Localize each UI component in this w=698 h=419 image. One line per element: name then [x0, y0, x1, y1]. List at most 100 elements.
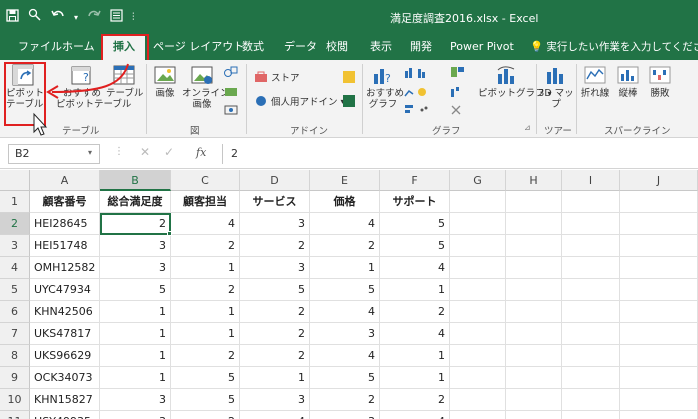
- tab-formulas[interactable]: 数式: [242, 34, 264, 60]
- table-cell[interactable]: 1: [171, 257, 240, 279]
- table-cell[interactable]: [562, 367, 620, 389]
- dialog-launcher-icon[interactable]: ⊿: [524, 123, 531, 132]
- table-cell[interactable]: 3: [310, 323, 380, 345]
- table-cell[interactable]: [450, 389, 506, 411]
- table-cell[interactable]: [450, 301, 506, 323]
- table-cell[interactable]: [620, 301, 698, 323]
- column-header-g[interactable]: G: [450, 170, 506, 191]
- header-cell[interactable]: サポート: [380, 191, 450, 213]
- header-cell[interactable]: [450, 191, 506, 213]
- table-cell[interactable]: [562, 279, 620, 301]
- combo-chart-button[interactable]: [450, 104, 470, 116]
- table-cell[interactable]: HSY49935: [30, 411, 100, 419]
- table-cell[interactable]: UKS96629: [30, 345, 100, 367]
- people-graph-button[interactable]: [342, 94, 356, 108]
- table-cell[interactable]: 4: [171, 213, 240, 235]
- table-cell[interactable]: 5: [171, 389, 240, 411]
- sparkline-line-button[interactable]: 折れ線: [578, 64, 612, 99]
- tab-developer[interactable]: 開発: [410, 34, 432, 60]
- column-header-b[interactable]: B: [100, 170, 171, 191]
- table-cell[interactable]: [506, 213, 562, 235]
- 3d-map-button[interactable]: 3D マッ プ: [538, 64, 574, 110]
- table-cell[interactable]: KHN42506: [30, 301, 100, 323]
- table-cell[interactable]: [506, 345, 562, 367]
- smartart-button[interactable]: [224, 86, 238, 98]
- table-cell[interactable]: 1: [100, 345, 171, 367]
- table-cell[interactable]: 5: [380, 235, 450, 257]
- tab-power-pivot[interactable]: Power Pivot: [450, 34, 514, 60]
- header-cell[interactable]: [562, 191, 620, 213]
- table-button[interactable]: テーブル: [106, 64, 143, 99]
- table-cell[interactable]: 2: [240, 235, 310, 257]
- table-cell[interactable]: 3: [240, 213, 310, 235]
- row-header-9[interactable]: 9: [0, 367, 30, 389]
- table-cell[interactable]: [450, 345, 506, 367]
- table-cell[interactable]: 2: [171, 345, 240, 367]
- table-cell[interactable]: [620, 389, 698, 411]
- table-cell[interactable]: [562, 345, 620, 367]
- row-header-5[interactable]: 5: [0, 279, 30, 301]
- table-cell[interactable]: [506, 411, 562, 419]
- bar-chart-button[interactable]: [404, 104, 434, 116]
- table-cell[interactable]: 4: [380, 411, 450, 419]
- online-picture-button[interactable]: オンライン 画像: [182, 64, 230, 110]
- my-addins-button[interactable]: 個人用アドイン ▾: [254, 94, 345, 108]
- table-cell[interactable]: [450, 411, 506, 419]
- select-all-corner[interactable]: [0, 170, 30, 191]
- table-cell[interactable]: 5: [380, 213, 450, 235]
- waterfall-chart-button[interactable]: [450, 86, 470, 98]
- row-header-6[interactable]: 6: [0, 301, 30, 323]
- table-cell[interactable]: [450, 235, 506, 257]
- fill-handle[interactable]: [167, 231, 172, 236]
- table-cell[interactable]: [562, 411, 620, 419]
- table-cell[interactable]: 3: [100, 389, 171, 411]
- table-cell[interactable]: 4: [380, 257, 450, 279]
- shapes-button[interactable]: [224, 66, 238, 78]
- pivot-table-button[interactable]: ピボット テーブル: [6, 64, 44, 110]
- table-cell[interactable]: 2: [171, 279, 240, 301]
- row-header-8[interactable]: 8: [0, 345, 30, 367]
- sparkline-winloss-button[interactable]: 勝敗: [646, 64, 674, 99]
- table-cell[interactable]: [620, 257, 698, 279]
- table-cell[interactable]: [450, 323, 506, 345]
- table-cell[interactable]: [506, 389, 562, 411]
- tab-insert[interactable]: 挿入: [103, 36, 145, 60]
- tab-home[interactable]: ホーム: [62, 34, 95, 60]
- table-cell[interactable]: [506, 323, 562, 345]
- table-cell[interactable]: 2: [240, 301, 310, 323]
- table-cell[interactable]: 1: [380, 367, 450, 389]
- table-cell[interactable]: 3: [310, 411, 380, 419]
- tab-data[interactable]: データ: [284, 34, 317, 60]
- column-header-a[interactable]: A: [30, 170, 100, 191]
- table-cell[interactable]: 1: [380, 345, 450, 367]
- table-cell[interactable]: [506, 257, 562, 279]
- header-cell[interactable]: 顧客番号: [30, 191, 100, 213]
- table-cell[interactable]: [562, 301, 620, 323]
- sparkline-column-button[interactable]: 縦棒: [614, 64, 642, 99]
- table-cell[interactable]: [506, 235, 562, 257]
- table-cell[interactable]: 3: [100, 411, 171, 419]
- undo-icon[interactable]: [51, 9, 65, 26]
- bing-maps-button[interactable]: [342, 70, 356, 84]
- table-cell[interactable]: 1: [380, 279, 450, 301]
- table-cell[interactable]: 2: [380, 301, 450, 323]
- column-header-j[interactable]: J: [620, 170, 698, 191]
- table-cell[interactable]: 5: [310, 367, 380, 389]
- table-cell[interactable]: [450, 257, 506, 279]
- customize-qat-icon[interactable]: ⫶: [132, 10, 135, 26]
- formula-input[interactable]: 2: [222, 144, 692, 164]
- table-cell[interactable]: 4: [310, 301, 380, 323]
- table-cell[interactable]: 4: [240, 411, 310, 419]
- table-cell[interactable]: 1: [171, 323, 240, 345]
- table-cell[interactable]: 1: [171, 301, 240, 323]
- table-cell[interactable]: 5: [310, 279, 380, 301]
- hierarchy-chart-button[interactable]: [450, 66, 470, 78]
- header-cell[interactable]: [620, 191, 698, 213]
- column-header-e[interactable]: E: [310, 170, 380, 191]
- table-cell[interactable]: [450, 367, 506, 389]
- tab-file[interactable]: ファイル: [18, 34, 62, 60]
- row-header-2[interactable]: 2: [0, 213, 30, 235]
- table-cell[interactable]: 1: [310, 257, 380, 279]
- table-cell[interactable]: [562, 323, 620, 345]
- recommended-charts-button[interactable]: ? おすすめ グラフ: [366, 64, 404, 110]
